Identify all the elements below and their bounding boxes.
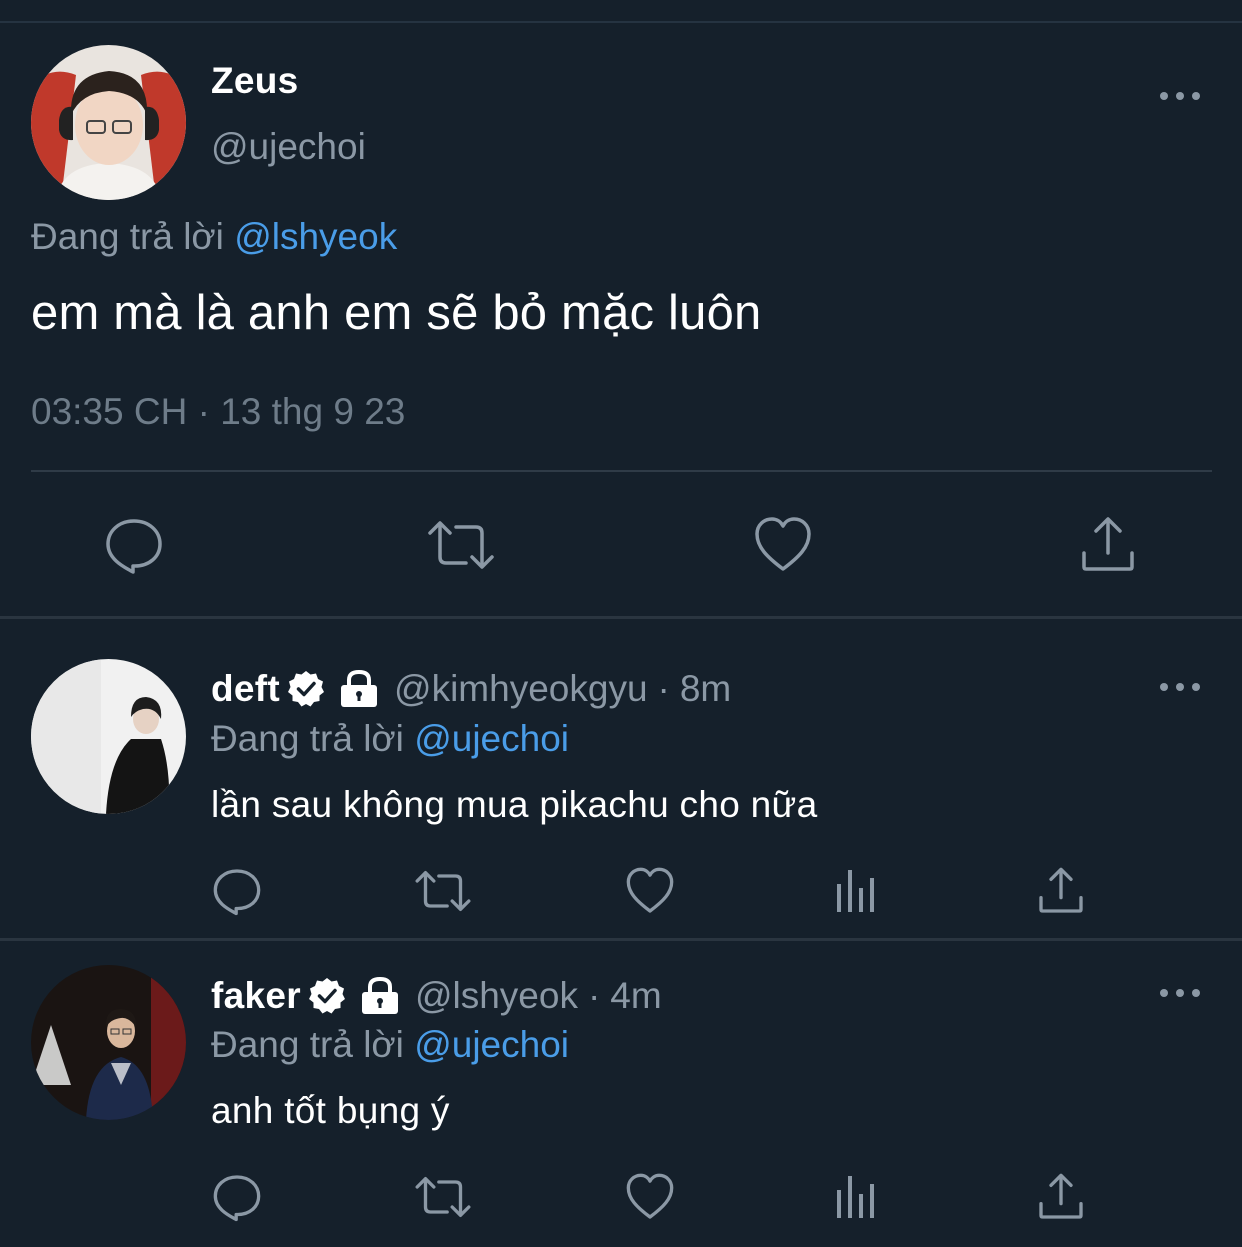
- replying-to: Đang trả lời @ujechoi: [211, 1024, 569, 1066]
- top-divider: [0, 21, 1242, 23]
- divider: [0, 938, 1242, 941]
- separator-dot: ·: [587, 975, 601, 1016]
- retweet-icon[interactable]: [428, 515, 494, 575]
- display-name[interactable]: Zeus: [211, 60, 299, 102]
- like-icon[interactable]: [625, 866, 675, 916]
- analytics-icon[interactable]: [832, 1172, 882, 1222]
- replying-to-handle-link[interactable]: @ujechoi: [414, 1024, 569, 1065]
- share-icon[interactable]: [1036, 866, 1086, 916]
- separator-dot: ·: [657, 668, 670, 709]
- reply-icon[interactable]: [104, 515, 164, 575]
- tweet-header: deft @kimhyeokgyu · 8m: [211, 668, 731, 710]
- replying-to-handle-link[interactable]: @ujechoi: [414, 718, 569, 759]
- avatar[interactable]: [31, 659, 186, 814]
- lock-icon: [361, 976, 398, 1014]
- replying-to-label: Đang trả lời: [31, 216, 224, 257]
- like-icon[interactable]: [625, 1172, 675, 1222]
- user-handle[interactable]: @ujechoi: [211, 126, 366, 168]
- tweet-timestamp[interactable]: 4m: [610, 975, 661, 1017]
- more-options-icon[interactable]: [1160, 89, 1200, 103]
- display-name[interactable]: faker: [211, 975, 301, 1017]
- tweet-text: lần sau không mua pikachu cho nữa: [211, 784, 818, 825]
- replying-to-handle-link[interactable]: @lshyeok: [234, 216, 397, 257]
- display-name[interactable]: deft: [211, 668, 280, 710]
- more-options-icon[interactable]: [1160, 986, 1200, 1000]
- share-icon[interactable]: [1078, 515, 1138, 575]
- verified-badge-icon: [288, 671, 325, 707]
- reply-icon[interactable]: [212, 866, 262, 916]
- retweet-icon[interactable]: [414, 866, 472, 916]
- divider: [31, 470, 1212, 472]
- avatar[interactable]: [31, 965, 186, 1120]
- share-icon[interactable]: [1036, 1172, 1086, 1222]
- retweet-icon[interactable]: [414, 1172, 472, 1222]
- tweet-text: em mà là anh em sẽ bỏ mặc luôn: [31, 286, 762, 340]
- replying-to-label: Đang trả lời: [211, 1024, 404, 1065]
- divider: [0, 616, 1242, 619]
- verified-badge-icon: [308, 978, 345, 1014]
- like-icon[interactable]: [753, 515, 813, 575]
- user-handle[interactable]: @kimhyeokgyu: [394, 668, 648, 710]
- tweet-text: anh tốt bụng ý: [211, 1090, 450, 1131]
- tweet-header: faker @lshyeok · 4m: [211, 975, 662, 1017]
- replying-to: Đang trả lời @ujechoi: [211, 718, 569, 760]
- analytics-icon[interactable]: [832, 866, 882, 916]
- reply-icon[interactable]: [212, 1172, 262, 1222]
- user-handle[interactable]: @lshyeok: [415, 975, 578, 1017]
- tweet-timestamp[interactable]: 03:35 CH · 13 thg 9 23: [31, 391, 405, 433]
- lock-icon: [341, 669, 378, 707]
- replying-to: Đang trả lời @lshyeok: [31, 216, 397, 258]
- tweet-timestamp[interactable]: 8m: [680, 668, 731, 710]
- more-options-icon[interactable]: [1160, 680, 1200, 694]
- replying-to-label: Đang trả lời: [211, 718, 404, 759]
- avatar[interactable]: [31, 45, 186, 200]
